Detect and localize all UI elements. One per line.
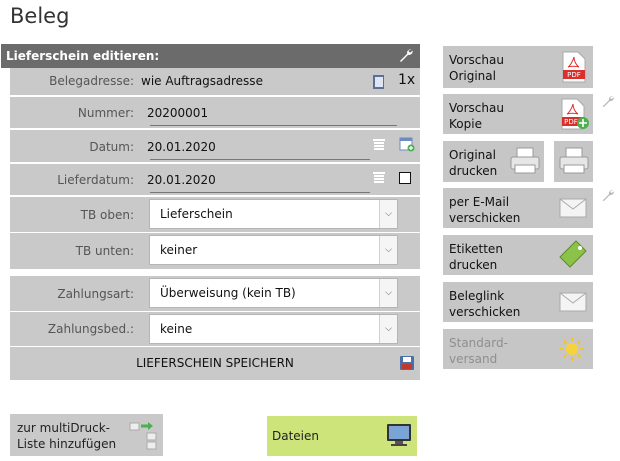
datum-input[interactable]: 20.01.2020	[147, 140, 216, 154]
tag-icon	[559, 240, 587, 268]
lieferdatum-checkbox[interactable]	[399, 172, 411, 184]
zahlungsbed-value: keine	[160, 322, 193, 336]
multidruck-line2: Liste hinzufügen	[17, 437, 117, 451]
printer-icon	[510, 147, 540, 174]
row-tb-oben: TB oben: Lieferschein ⌵	[10, 197, 420, 232]
chevron-down-icon[interactable]: ⌵	[379, 315, 397, 343]
etiketten-button[interactable]: Etiketten drucken	[443, 235, 593, 275]
original-drucken-button[interactable]: Original drucken	[443, 141, 544, 182]
row-belegadresse: Belegadresse: wie Auftragsadresse 1x	[10, 68, 420, 95]
envelope-icon	[559, 198, 587, 218]
list-add-icon	[129, 422, 157, 450]
tb-unten-value: keiner	[160, 243, 198, 257]
etiketten-line2: drucken	[449, 258, 498, 272]
row-datum: Datum: 20.01.2020	[10, 130, 420, 162]
beleglink-line2: verschicken	[449, 305, 521, 319]
label-tb-unten: TB unten:	[75, 244, 134, 258]
kopie-drucken-button[interactable]	[554, 141, 593, 182]
label-lieferdatum: Lieferdatum:	[57, 173, 134, 187]
original-drucken-line1: Original	[449, 148, 496, 162]
label-belegadresse: Belegadresse:	[49, 74, 134, 88]
beleglink-button[interactable]: Beleglink verschicken	[443, 282, 593, 322]
wrench-icon[interactable]	[398, 48, 414, 64]
label-datum: Datum:	[89, 140, 134, 154]
chevron-down-icon[interactable]: ⌵	[379, 279, 397, 307]
multidruck-button[interactable]: zur multiDruck- Liste hinzufügen	[10, 414, 163, 456]
sun-icon	[560, 337, 584, 361]
save-button[interactable]: LIEFERSCHEIN SPEICHERN	[10, 347, 420, 380]
tb-unten-select[interactable]: keiner ⌵	[149, 235, 398, 265]
calendar-add-icon[interactable]	[399, 136, 415, 152]
chevron-down-icon[interactable]: ⌵	[379, 200, 397, 228]
zahlungsbed-select[interactable]: keine ⌵	[149, 314, 398, 344]
pdf-icon: PDF	[562, 51, 586, 83]
dateien-button[interactable]: Dateien	[267, 416, 417, 456]
svg-text:PDF: PDF	[564, 118, 578, 126]
email-line2: verschicken	[449, 211, 521, 225]
label-zahlungsbed: Zahlungsbed.:	[47, 322, 134, 336]
vorschau-original-line2: Original	[449, 69, 496, 83]
zahlungsart-select[interactable]: Überweisung (kein TB) ⌵	[149, 278, 398, 308]
vorschau-kopie-line2: Kopie	[449, 117, 482, 131]
floppy-icon	[400, 356, 414, 370]
dateien-label: Dateien	[272, 429, 320, 443]
standardversand-button[interactable]: Standard-versand	[443, 329, 593, 369]
tb-oben-value: Lieferschein	[160, 207, 233, 221]
beleglink-line1: Beleglink	[449, 289, 505, 303]
label-tb-oben: TB oben:	[80, 208, 134, 222]
row-nummer: Nummer: 20200001	[10, 97, 420, 128]
email-button[interactable]: per E-Mail verschicken	[443, 188, 593, 228]
monitor-icon	[387, 424, 411, 446]
etiketten-line1: Etiketten	[449, 242, 503, 256]
tb-oben-select[interactable]: Lieferschein ⌵	[149, 199, 398, 229]
page-title: Beleg	[10, 4, 70, 28]
svg-text:PDF: PDF	[567, 71, 581, 79]
multidruck-line1: zur multiDruck-	[17, 421, 110, 435]
email-line1: per E-Mail	[449, 195, 510, 209]
vorschau-original-line1: Vorschau	[449, 53, 504, 67]
zahlungsart-value: Überweisung (kein TB)	[160, 286, 296, 300]
copies-badge[interactable]: 1x	[398, 72, 415, 88]
trash-icon[interactable]	[372, 170, 386, 186]
save-button-label: LIEFERSCHEIN SPEICHERN	[136, 356, 294, 370]
belegadresse-value: wie Auftragsadresse	[141, 74, 263, 88]
pdf-copy-icon: PDF	[561, 98, 589, 130]
panel-header-title: Lieferschein editieren:	[6, 49, 160, 63]
trash-icon[interactable]	[372, 137, 386, 153]
envelope-icon	[559, 292, 587, 312]
panel-header: Lieferschein editieren:	[1, 44, 420, 68]
label-zahlungsart: Zahlungsart:	[57, 287, 134, 301]
vorschau-original-button[interactable]: Vorschau Original PDF	[443, 46, 593, 88]
label-nummer: Nummer:	[77, 106, 134, 120]
original-drucken-line2: drucken	[449, 164, 498, 178]
vorschau-kopie-line1: Vorschau	[449, 101, 504, 115]
standardversand-line1: Standard-	[449, 336, 508, 350]
nummer-input[interactable]: 20200001	[147, 106, 208, 120]
row-lieferdatum: Lieferdatum: 20.01.2020	[10, 164, 420, 195]
wrench-icon[interactable]	[601, 189, 615, 203]
vorschau-kopie-button[interactable]: Vorschau Kopie PDF	[443, 94, 593, 134]
standardversand-line2: versand	[449, 352, 498, 366]
datum-underline	[150, 159, 370, 160]
lieferdatum-input[interactable]: 20.01.2020	[147, 173, 216, 187]
row-zahlungsart: Zahlungsart: Überweisung (kein TB) ⌵	[10, 276, 420, 311]
printer-icon	[559, 147, 589, 174]
chevron-down-icon[interactable]: ⌵	[379, 236, 397, 264]
lieferdatum-underline	[150, 192, 370, 193]
row-zahlungsbed: Zahlungsbed.: keine ⌵	[10, 312, 420, 346]
nummer-underline	[150, 125, 397, 126]
wrench-icon[interactable]	[601, 95, 615, 109]
address-book-icon[interactable]	[371, 74, 387, 90]
row-tb-unten: TB unten: keiner ⌵	[10, 233, 420, 269]
